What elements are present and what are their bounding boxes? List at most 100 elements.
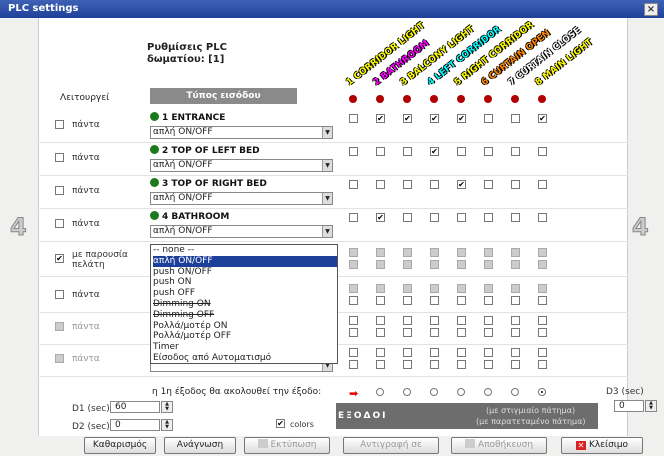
dropdown-option[interactable]: push ON (153, 277, 337, 288)
output-checkbox[interactable] (538, 296, 547, 305)
read-button[interactable]: Ανάγνωση (164, 437, 236, 454)
output-checkbox[interactable] (349, 114, 358, 123)
output-checkbox[interactable] (538, 147, 547, 156)
output-checkbox[interactable] (484, 180, 493, 189)
input-type-select[interactable]: απλή ON/OFF ▼ (150, 225, 333, 238)
d3-spinner[interactable]: 0 ▲ ▼ (614, 400, 657, 412)
output-checkbox[interactable] (511, 260, 520, 269)
output-checkbox[interactable] (511, 284, 520, 293)
output-checkbox[interactable] (403, 328, 412, 337)
follow-output-radio[interactable] (403, 388, 411, 396)
function-checkbox[interactable] (55, 153, 64, 162)
output-checkbox[interactable] (349, 316, 358, 325)
output-checkbox[interactable] (511, 180, 520, 189)
output-checkbox[interactable] (403, 316, 412, 325)
output-checkbox[interactable] (403, 147, 412, 156)
output-checkbox[interactable] (538, 360, 547, 369)
output-checkbox[interactable]: ✔ (430, 147, 439, 156)
output-checkbox[interactable] (457, 360, 466, 369)
dropdown-option[interactable]: -- none -- (153, 245, 337, 256)
dropdown-option[interactable]: απλή ON/OFF (153, 255, 337, 267)
page-left-marker[interactable]: 4 (10, 213, 28, 242)
d2-spinner[interactable]: 0 ▲ ▼ (110, 419, 173, 431)
output-checkbox[interactable] (484, 260, 493, 269)
output-checkbox[interactable] (511, 316, 520, 325)
output-checkbox[interactable] (376, 316, 385, 325)
output-checkbox[interactable] (538, 260, 547, 269)
output-checkbox[interactable] (376, 328, 385, 337)
input-type-select[interactable]: απλή ON/OFF ▼ (150, 192, 333, 205)
output-checkbox[interactable] (511, 360, 520, 369)
dropdown-option[interactable]: Dimming OFF (153, 310, 337, 321)
output-checkbox[interactable] (511, 296, 520, 305)
dropdown-option[interactable]: push ON/OFF (153, 267, 337, 278)
close-icon[interactable]: × (644, 3, 658, 16)
output-checkbox[interactable] (457, 296, 466, 305)
output-checkbox[interactable] (430, 296, 439, 305)
colors-checkbox[interactable]: ✔ (276, 419, 285, 428)
d1-spinner[interactable]: 60 ▲ ▼ (110, 401, 173, 413)
output-checkbox[interactable] (349, 260, 358, 269)
dropdown-option[interactable]: Dimming ON (153, 299, 337, 310)
output-checkbox[interactable] (376, 180, 385, 189)
output-checkbox[interactable] (430, 180, 439, 189)
output-checkbox[interactable] (430, 248, 439, 257)
follow-output-radio[interactable] (538, 388, 546, 396)
output-checkbox[interactable] (484, 284, 493, 293)
output-checkbox[interactable]: ✔ (403, 114, 412, 123)
output-checkbox[interactable] (403, 284, 412, 293)
output-checkbox[interactable] (457, 348, 466, 357)
output-checkbox[interactable] (538, 248, 547, 257)
output-checkbox[interactable] (430, 328, 439, 337)
function-checkbox[interactable] (55, 219, 64, 228)
output-checkbox[interactable] (349, 284, 358, 293)
chevron-down-icon[interactable]: ▼ (322, 226, 332, 237)
output-checkbox[interactable] (403, 180, 412, 189)
clear-button[interactable]: Καθαρισμός (84, 437, 156, 454)
save-button[interactable]: Αποθήκευση (451, 437, 547, 454)
output-checkbox[interactable] (538, 328, 547, 337)
copy-to-button[interactable]: Αντιγραφή σε (343, 437, 439, 454)
output-checkbox[interactable] (538, 348, 547, 357)
output-checkbox[interactable] (430, 360, 439, 369)
output-checkbox[interactable] (511, 328, 520, 337)
chevron-down-icon[interactable]: ▼ (322, 193, 332, 204)
output-checkbox[interactable] (457, 147, 466, 156)
output-checkbox[interactable] (376, 296, 385, 305)
output-checkbox[interactable] (403, 296, 412, 305)
output-checkbox[interactable] (430, 316, 439, 325)
spinner-arrows-icon[interactable]: ▲ ▼ (161, 401, 173, 413)
output-checkbox[interactable] (511, 114, 520, 123)
output-checkbox[interactable] (511, 348, 520, 357)
output-checkbox[interactable]: ✔ (376, 114, 385, 123)
output-checkbox[interactable] (457, 248, 466, 257)
output-checkbox[interactable]: ✔ (430, 114, 439, 123)
function-checkbox[interactable]: ✔ (55, 254, 64, 263)
output-checkbox[interactable] (457, 284, 466, 293)
output-checkbox[interactable] (484, 114, 493, 123)
output-checkbox[interactable] (349, 180, 358, 189)
output-checkbox[interactable] (538, 316, 547, 325)
follow-output-radio[interactable] (511, 388, 519, 396)
function-checkbox[interactable] (55, 290, 64, 299)
output-checkbox[interactable] (484, 360, 493, 369)
output-checkbox[interactable] (457, 328, 466, 337)
function-checkbox[interactable] (55, 322, 64, 331)
output-checkbox[interactable] (376, 248, 385, 257)
output-checkbox[interactable] (349, 348, 358, 357)
chevron-down-icon[interactable]: ▼ (322, 160, 332, 171)
output-checkbox[interactable] (457, 260, 466, 269)
output-checkbox[interactable] (349, 248, 358, 257)
dropdown-option[interactable]: Ρολλά/μοτέρ ON (153, 321, 337, 332)
dropdown-option[interactable]: Timer (153, 342, 337, 353)
output-checkbox[interactable] (403, 213, 412, 222)
follow-output-radio[interactable] (484, 388, 492, 396)
output-checkbox[interactable] (349, 360, 358, 369)
output-checkbox[interactable] (376, 147, 385, 156)
output-checkbox[interactable] (376, 360, 385, 369)
output-checkbox[interactable] (538, 180, 547, 189)
output-checkbox[interactable] (403, 248, 412, 257)
follow-output-radio[interactable] (430, 388, 438, 396)
function-checkbox[interactable] (55, 354, 64, 363)
output-checkbox[interactable] (403, 360, 412, 369)
